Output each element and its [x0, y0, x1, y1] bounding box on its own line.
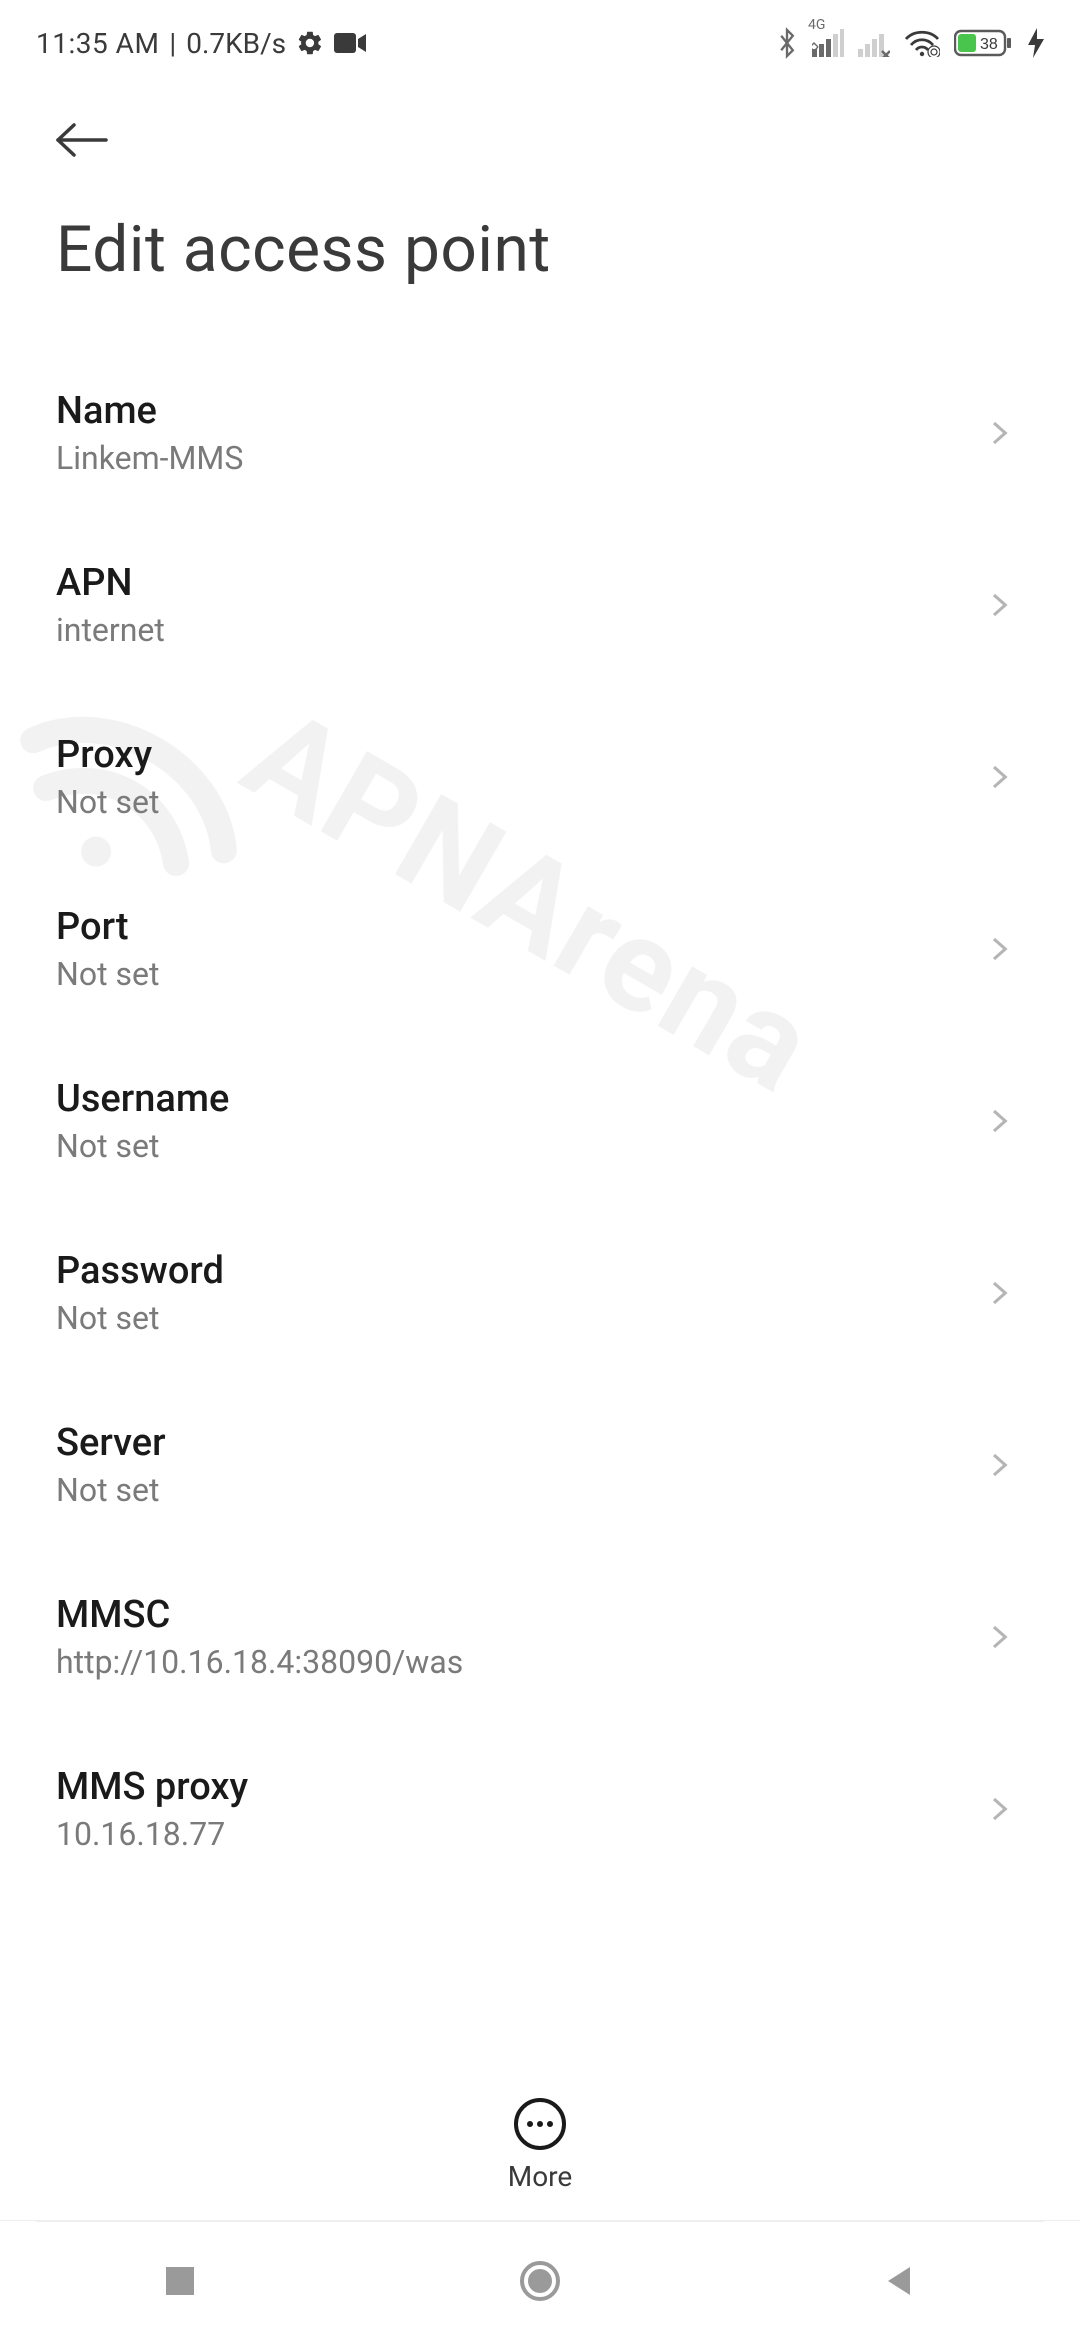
status-right: 4G 38 [776, 27, 1044, 59]
status-data-rate: 0.7KB/s [186, 27, 286, 60]
chevron-right-icon [984, 1622, 1014, 1652]
more-button[interactable] [514, 2098, 566, 2150]
battery-icon: 38 [954, 28, 1014, 58]
chevron-right-icon [984, 590, 1014, 620]
setting-label: MMS proxy [56, 1765, 248, 1809]
status-left: 11:35 AM | 0.7KB/s [36, 27, 366, 60]
setting-value: Not set [56, 1471, 166, 1509]
setting-label: Port [56, 905, 159, 949]
chevron-right-icon [984, 418, 1014, 448]
square-icon [162, 2263, 198, 2299]
settings-scroll-area[interactable]: Name Linkem-MMS APN internet Proxy Not s… [0, 347, 1080, 2107]
status-bar: 11:35 AM | 0.7KB/s 4G 38 [0, 0, 1080, 68]
signal-no-sim-icon [858, 29, 890, 57]
nav-recents-button[interactable] [120, 2241, 240, 2321]
setting-value: http://10.16.18.4:38090/was [56, 1643, 463, 1681]
setting-value: 10.16.18.77 [56, 1815, 248, 1853]
setting-item-password[interactable]: Password Not set [56, 1207, 1024, 1379]
setting-label: Username [56, 1077, 229, 1121]
chevron-right-icon [984, 1794, 1014, 1824]
camera-icon [334, 31, 366, 55]
setting-label: Password [56, 1249, 224, 1293]
setting-label: Proxy [56, 733, 159, 777]
setting-value: Not set [56, 783, 159, 821]
status-separator: | [169, 27, 176, 60]
setting-value: Not set [56, 1299, 224, 1337]
bottom-action-bar: More [0, 2070, 1080, 2220]
chevron-right-icon [984, 1278, 1014, 1308]
setting-item-apn[interactable]: APN internet [56, 519, 1024, 691]
setting-label: MMSC [56, 1593, 463, 1637]
nav-back-button[interactable] [840, 2241, 960, 2321]
setting-item-name[interactable]: Name Linkem-MMS [56, 347, 1024, 519]
settings-list: Name Linkem-MMS APN internet Proxy Not s… [0, 347, 1080, 1895]
circle-icon [518, 2259, 562, 2303]
setting-label: Server [56, 1421, 166, 1465]
chevron-right-icon [984, 1450, 1014, 1480]
system-nav-bar [0, 2220, 1080, 2340]
setting-label: APN [56, 561, 165, 605]
setting-label: Name [56, 389, 243, 433]
nav-home-button[interactable] [480, 2241, 600, 2321]
setting-value: Not set [56, 955, 159, 993]
triangle-left-icon [882, 2263, 918, 2299]
svg-text:38: 38 [980, 36, 998, 53]
status-time: 11:35 AM [36, 27, 159, 60]
back-button[interactable] [50, 108, 114, 172]
more-dots-icon [527, 2121, 533, 2127]
charging-icon [1028, 28, 1044, 58]
arrow-left-icon [52, 120, 112, 160]
chevron-right-icon [984, 762, 1014, 792]
setting-value: Linkem-MMS [56, 439, 243, 477]
signal-4g-icon: 4G [812, 29, 844, 57]
wifi-icon [904, 29, 940, 57]
page-title: Edit access point [0, 182, 1080, 347]
chevron-right-icon [984, 934, 1014, 964]
setting-item-server[interactable]: Server Not set [56, 1379, 1024, 1551]
setting-item-port[interactable]: Port Not set [56, 863, 1024, 1035]
setting-item-proxy[interactable]: Proxy Not set [56, 691, 1024, 863]
gear-icon [296, 29, 324, 57]
setting-value: Not set [56, 1127, 229, 1165]
chevron-right-icon [984, 1106, 1014, 1136]
more-label: More [508, 2160, 573, 2193]
setting-value: internet [56, 611, 165, 649]
setting-item-mms-proxy[interactable]: MMS proxy 10.16.18.77 [56, 1723, 1024, 1895]
setting-item-mmsc[interactable]: MMSC http://10.16.18.4:38090/was [56, 1551, 1024, 1723]
bluetooth-icon [776, 27, 798, 59]
more-dots-icon [537, 2121, 543, 2127]
header-row [0, 68, 1080, 182]
more-dots-icon [547, 2121, 553, 2127]
setting-item-username[interactable]: Username Not set [56, 1035, 1024, 1207]
